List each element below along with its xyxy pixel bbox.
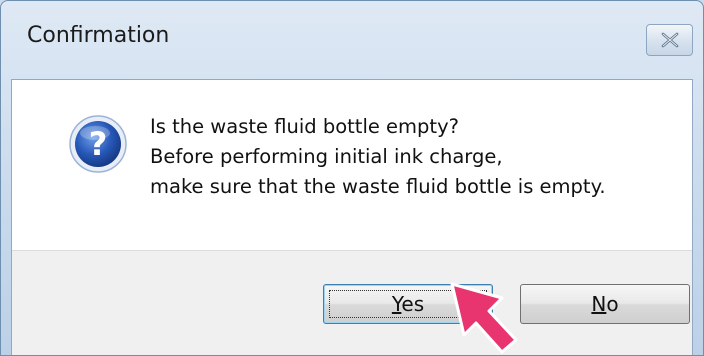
message-line-2: Before performing initial ink charge, xyxy=(150,145,503,168)
message-line-1: Is the waste fluid bottle empty? xyxy=(150,115,459,138)
message-line-3: make sure that the waste fluid bottle is… xyxy=(150,175,606,198)
message-text: Is the waste fluid bottle empty? Before … xyxy=(150,112,606,202)
close-icon xyxy=(661,32,679,48)
question-icon: ? xyxy=(69,115,127,173)
window-title: Confirmation xyxy=(27,23,170,48)
message-area: ? Is the waste fluid bottle empty? Befor… xyxy=(12,80,692,250)
close-button[interactable] xyxy=(646,24,693,56)
confirmation-dialog: Confirmation ? Is the waste fluid bottle… xyxy=(0,0,704,356)
button-bar: Yes No xyxy=(12,250,692,355)
pointer-arrow-icon xyxy=(450,282,518,354)
no-label-rest: o xyxy=(606,292,619,316)
svg-text:?: ? xyxy=(89,125,108,163)
no-button[interactable]: No xyxy=(520,284,690,324)
no-mnemonic: N xyxy=(591,292,607,316)
title-bar[interactable]: Confirmation xyxy=(1,1,703,79)
dialog-client-area: ? Is the waste fluid bottle empty? Befor… xyxy=(11,79,693,355)
